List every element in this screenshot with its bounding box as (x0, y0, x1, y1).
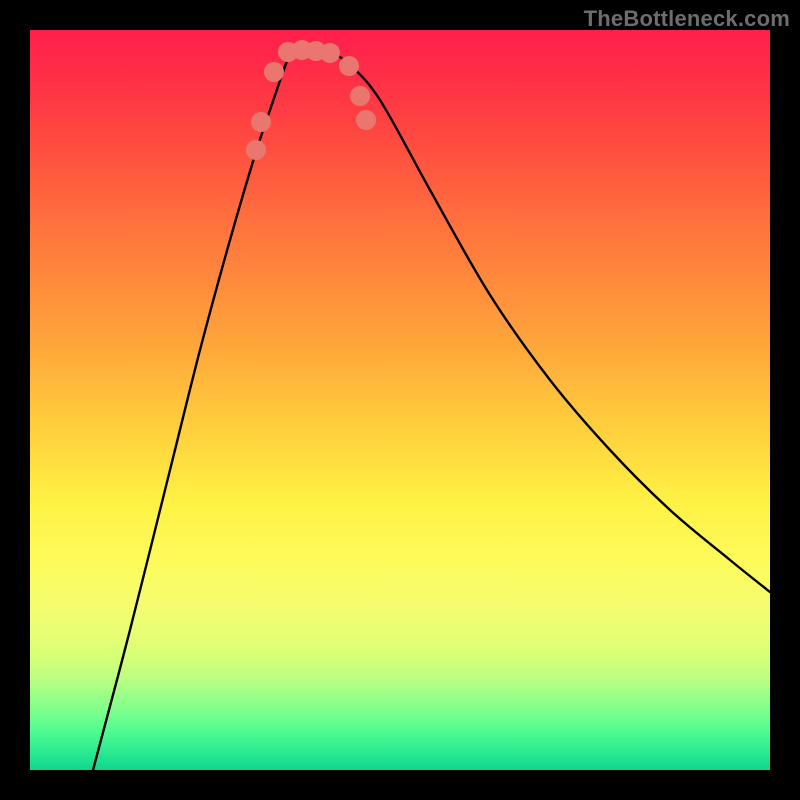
highlight-dot (339, 56, 359, 76)
highlight-dot (264, 62, 284, 82)
highlight-dot (350, 86, 370, 106)
highlight-dot (320, 43, 340, 63)
plot-area (30, 30, 770, 770)
watermark-text: TheBottleneck.com (584, 6, 790, 32)
highlight-dot (246, 140, 266, 160)
bottleneck-curve (93, 50, 770, 770)
highlight-dots (246, 40, 376, 160)
curve-svg (30, 30, 770, 770)
chart-frame: TheBottleneck.com (0, 0, 800, 800)
highlight-dot (356, 110, 376, 130)
highlight-dot (251, 112, 271, 132)
